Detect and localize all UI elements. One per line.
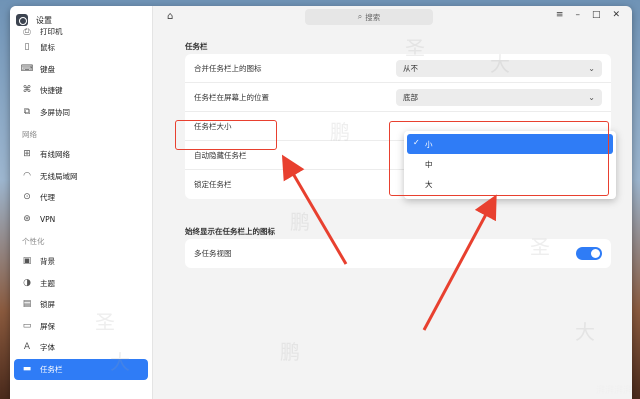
arrow-to-size-label [281,154,348,265]
corner-watermark: 湃湃湃湃 [595,386,632,396]
annotation-arrows [281,154,497,331]
arrow-to-dropdown [422,194,497,331]
